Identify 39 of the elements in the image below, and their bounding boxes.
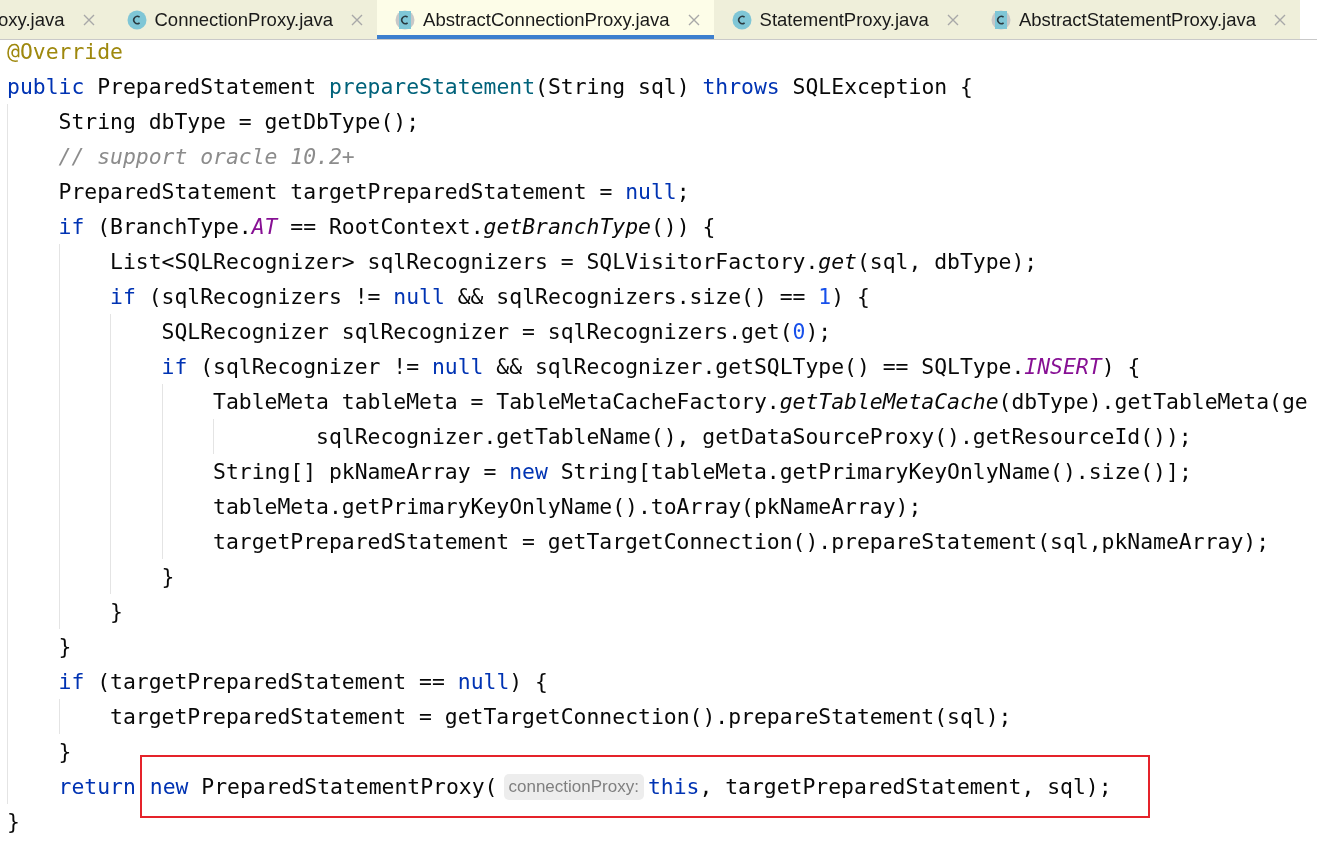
code-line: } xyxy=(58,738,72,766)
editor-tab[interactable]: ConnectionProxy.java xyxy=(108,0,378,39)
code-line: if (targetPreparedStatement == null) { xyxy=(58,668,548,696)
code-line: List<SQLRecognizer> sqlRecognizers = SQLVisitorFactory.get(sql, dbType); xyxy=(110,248,1038,276)
code-line: } xyxy=(110,598,123,626)
code-line: } xyxy=(58,633,72,661)
editor-tab[interactable]: AbstractConnectionProxy.java xyxy=(377,0,714,39)
close-icon[interactable] xyxy=(82,13,95,26)
code-line: PreparedStatement targetPreparedStatement = null; xyxy=(58,178,690,206)
code-line: // support oracle 10.2+ xyxy=(58,143,355,171)
code-line: sqlRecognizer.getTableName(), getDataSourceProxy().getResourceId()); xyxy=(316,423,1192,451)
class-icon xyxy=(126,9,147,30)
code-text: new PreparedStatementProxy( xyxy=(149,773,498,801)
code-line: SQLRecognizer sqlRecognizer = sqlRecognizers.get(0); xyxy=(161,318,832,346)
close-icon[interactable] xyxy=(687,13,700,26)
code-text: this, targetPreparedStatement, sql); xyxy=(647,773,1112,801)
code-line: String dbType = getDbType(); xyxy=(58,108,420,136)
abstract-class-icon xyxy=(990,9,1011,30)
code-line: String[] pkNameArray = new String[tableMeta.getPrimaryKeyOnlyName().size()]; xyxy=(213,458,1192,486)
code-line: if (BranchType.AT == RootContext.getBranchType()) { xyxy=(58,213,716,241)
code-line: public PreparedStatement prepareStatement(String sql) throws SQLException { xyxy=(7,73,973,101)
code-line: targetPreparedStatement = getTargetConnection().prepareStatement(sql); xyxy=(110,703,1012,731)
code-line: TableMeta tableMeta = TableMetaCacheFactory.getTableMetaCache(dbType).getTableMeta(ge xyxy=(213,388,1308,416)
code-line: } xyxy=(7,808,20,836)
code-line: tableMeta.getPrimaryKeyOnlyName().toArray(pkNameArray); xyxy=(213,493,922,521)
close-icon[interactable] xyxy=(946,13,959,26)
code-line: targetPreparedStatement = getTargetConnection().prepareStatement(sql,pkNameArray); xyxy=(213,528,1270,556)
abstract-class-icon xyxy=(395,9,416,30)
close-icon[interactable] xyxy=(351,13,364,26)
editor-tab[interactable]: AbstractStatementProxy.java xyxy=(972,0,1301,39)
editor-tab[interactable]: StatementProxy.java xyxy=(713,0,973,39)
code-text: return xyxy=(58,773,136,801)
parameter-hint: connectionProxy: xyxy=(503,773,644,800)
code-line: @Override xyxy=(7,38,123,66)
close-icon[interactable] xyxy=(1274,13,1287,26)
code-line: if (sqlRecognizer != null && sqlRecognizer.getSQLType() == SQLType.INSERT) { xyxy=(161,353,1141,381)
code-line: } xyxy=(161,563,175,591)
class-icon xyxy=(731,9,752,30)
code-line: if (sqlRecognizers != null && sqlRecognizers.size() == 1) { xyxy=(110,283,870,311)
